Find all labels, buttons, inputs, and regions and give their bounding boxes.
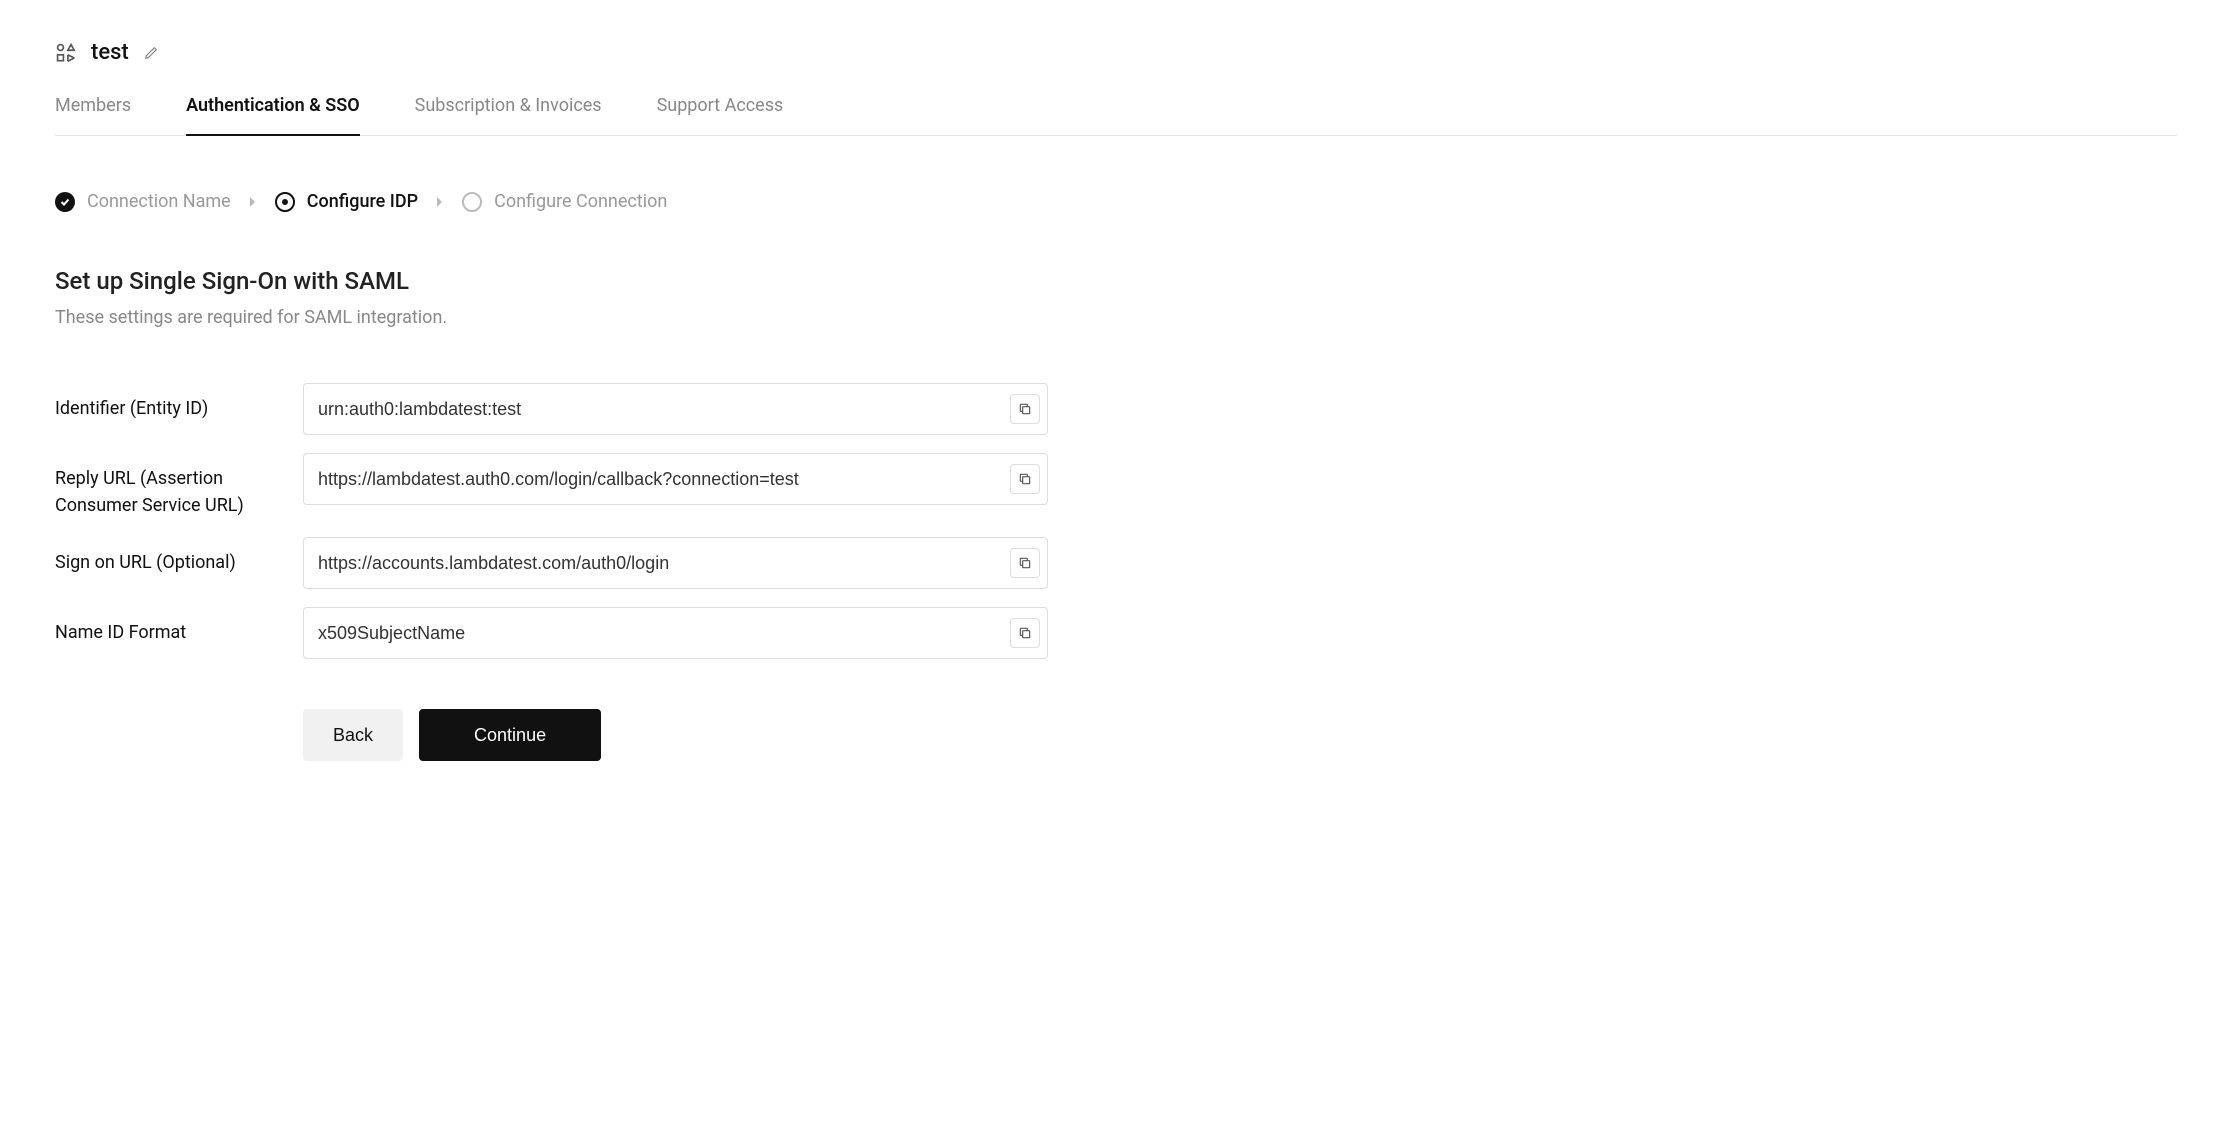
reply-url-label: Reply URL (Assertion Consumer Service UR…	[55, 453, 303, 519]
back-button[interactable]: Back	[303, 709, 403, 761]
tab-authentication-sso[interactable]: Authentication & SSO	[186, 95, 360, 136]
section-subtitle: These settings are required for SAML int…	[55, 307, 2177, 328]
copy-icon	[1018, 472, 1032, 486]
upcoming-step-icon	[462, 192, 482, 212]
tab-support-access[interactable]: Support Access	[657, 95, 784, 136]
tab-subscription-invoices[interactable]: Subscription & Invoices	[415, 95, 602, 136]
action-buttons: Back Continue	[303, 709, 2177, 761]
field-row-name-id-format: Name ID Format	[55, 607, 2177, 659]
copy-icon	[1018, 556, 1032, 570]
field-row-sign-on-url: Sign on URL (Optional)	[55, 537, 2177, 589]
step-label: Connection Name	[87, 191, 231, 212]
copy-name-id-format-button[interactable]	[1010, 618, 1040, 648]
page-title: test	[91, 40, 129, 65]
step-configure-connection: Configure Connection	[462, 191, 667, 212]
field-row-entity-id: Identifier (Entity ID)	[55, 383, 2177, 435]
section-title: Set up Single Sign-On with SAML	[55, 267, 2177, 295]
chevron-right-icon	[249, 196, 257, 208]
field-row-reply-url: Reply URL (Assertion Consumer Service UR…	[55, 453, 2177, 519]
step-label: Configure Connection	[494, 191, 667, 212]
name-id-format-label: Name ID Format	[55, 607, 303, 646]
tab-bar: Members Authentication & SSO Subscriptio…	[55, 95, 2177, 136]
copy-icon	[1018, 626, 1032, 640]
name-id-format-input[interactable]	[303, 607, 1048, 659]
copy-entity-id-button[interactable]	[1010, 394, 1040, 424]
chevron-right-icon	[436, 196, 444, 208]
entity-id-input[interactable]	[303, 383, 1048, 435]
sign-on-url-label: Sign on URL (Optional)	[55, 537, 303, 576]
step-label: Configure IDP	[307, 191, 418, 212]
entity-id-label: Identifier (Entity ID)	[55, 383, 303, 422]
reply-url-input[interactable]	[303, 453, 1048, 505]
stepper: Connection Name Configure IDP Configure …	[55, 191, 2177, 212]
continue-button[interactable]: Continue	[419, 709, 601, 761]
step-connection-name[interactable]: Connection Name	[55, 191, 231, 212]
copy-icon	[1018, 402, 1032, 416]
edit-icon[interactable]	[143, 45, 159, 61]
current-step-icon	[275, 192, 295, 212]
page-header: test	[55, 40, 2177, 65]
copy-reply-url-button[interactable]	[1010, 464, 1040, 494]
copy-sign-on-url-button[interactable]	[1010, 548, 1040, 578]
check-icon	[55, 192, 75, 212]
tab-members[interactable]: Members	[55, 95, 131, 136]
shapes-icon	[55, 42, 77, 64]
sign-on-url-input[interactable]	[303, 537, 1048, 589]
step-configure-idp[interactable]: Configure IDP	[275, 191, 418, 212]
